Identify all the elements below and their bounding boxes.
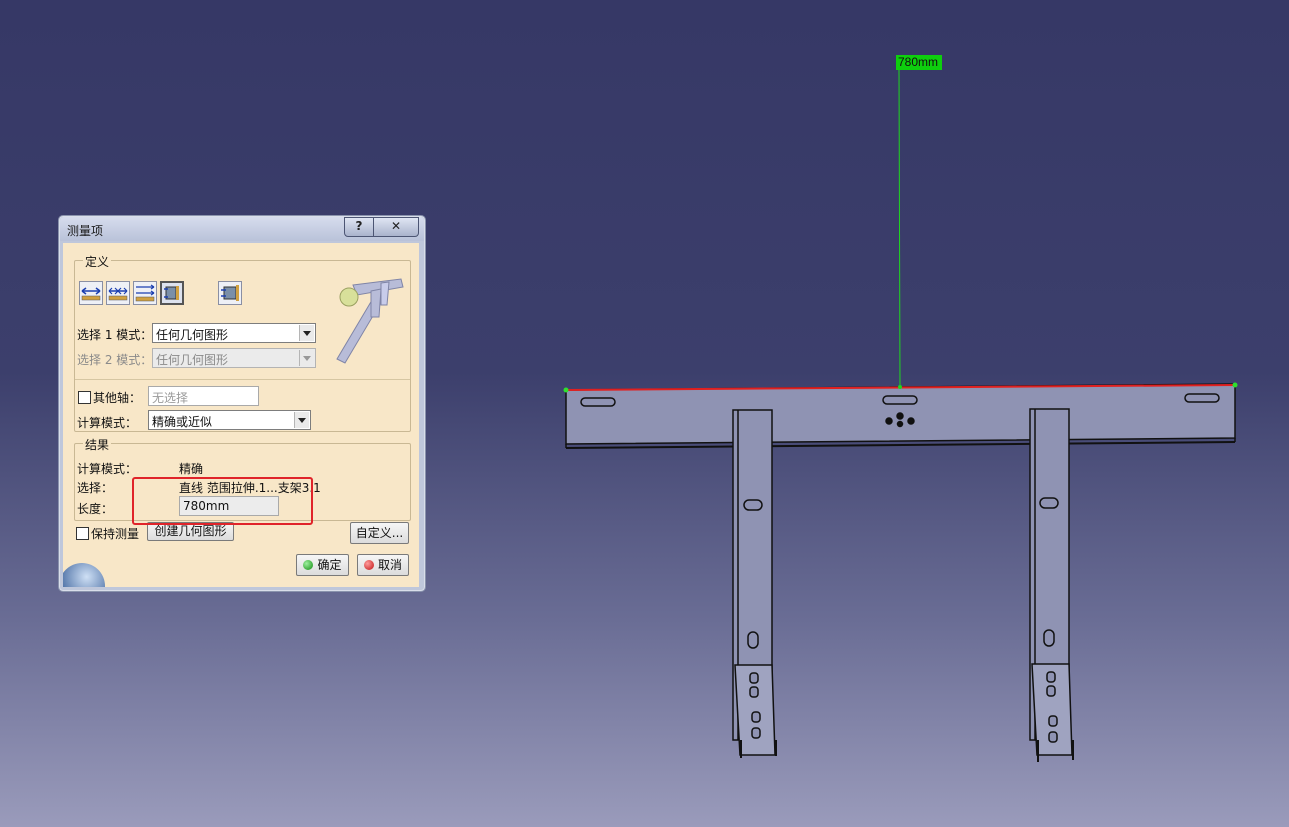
definition-group: 定义 选择 1 模式： 任何几何图形 选择 2 模式： 任何几何图形 其他轴： …	[74, 253, 411, 432]
selection1-mode-select[interactable]: 任何几何图形	[152, 323, 316, 343]
chevron-down-icon	[294, 412, 309, 428]
selection2-mode-label: 选择 2 模式：	[77, 353, 153, 367]
selection1-mode-label: 选择 1 模式：	[77, 328, 153, 342]
cancel-button[interactable]: 取消	[357, 554, 409, 576]
dialog-titlebar[interactable]: 测量项 ? ✕	[60, 217, 424, 241]
dimension-label: 780mm	[896, 55, 942, 70]
divider	[75, 379, 410, 380]
chevron-down-icon	[299, 350, 314, 366]
other-axis-label: 其他轴：	[93, 391, 142, 405]
other-axis-checkbox[interactable]	[78, 391, 91, 404]
calc-mode-label: 计算模式：	[77, 416, 138, 430]
highlight-annotation	[132, 477, 313, 525]
close-button[interactable]: ✕	[373, 217, 419, 237]
help-button[interactable]: ?	[344, 217, 374, 237]
keep-measure-checkbox[interactable]	[76, 527, 89, 540]
result-calc-mode-value: 精确	[179, 462, 204, 476]
dialog-title: 测量项	[67, 224, 104, 238]
ok-icon	[303, 560, 314, 570]
globe-icon	[63, 559, 107, 587]
ok-button[interactable]: 确定	[296, 554, 349, 576]
measure-thickness-icon[interactable]	[218, 281, 242, 305]
result-calc-mode-label: 计算模式：	[77, 462, 138, 476]
results-group-title: 结果	[83, 436, 112, 453]
selection2-mode-select[interactable]: 任何几何图形	[152, 348, 316, 368]
measure-item-dialog: 测量项 ? ✕ 定义 选择 1 模式： 任何几何图形 选择 2 模式： 任何几何…	[58, 215, 426, 592]
other-axis-input[interactable]: 无选择	[148, 386, 259, 406]
cancel-icon	[363, 560, 374, 570]
chevron-down-icon	[299, 325, 314, 341]
dimension-leader	[898, 69, 901, 388]
calc-mode-select[interactable]: 精确或近似	[148, 410, 311, 430]
measure-fan-icon[interactable]	[133, 281, 157, 305]
keep-measure-label: 保持测量	[91, 527, 140, 541]
customize-button[interactable]: 自定义...	[350, 522, 409, 544]
measure-chain-icon[interactable]	[106, 281, 130, 305]
measure-between-icon[interactable]	[79, 281, 103, 305]
result-selection-label: 选择：	[77, 481, 114, 495]
result-length-label: 长度：	[77, 502, 114, 516]
dialog-body: 定义 选择 1 模式： 任何几何图形 选择 2 模式： 任何几何图形 其他轴： …	[63, 243, 419, 587]
measure-item-icon[interactable]	[160, 281, 184, 305]
bracket-model[interactable]	[565, 383, 1236, 762]
definition-group-title: 定义	[83, 253, 112, 270]
caliper-icon	[336, 278, 404, 364]
